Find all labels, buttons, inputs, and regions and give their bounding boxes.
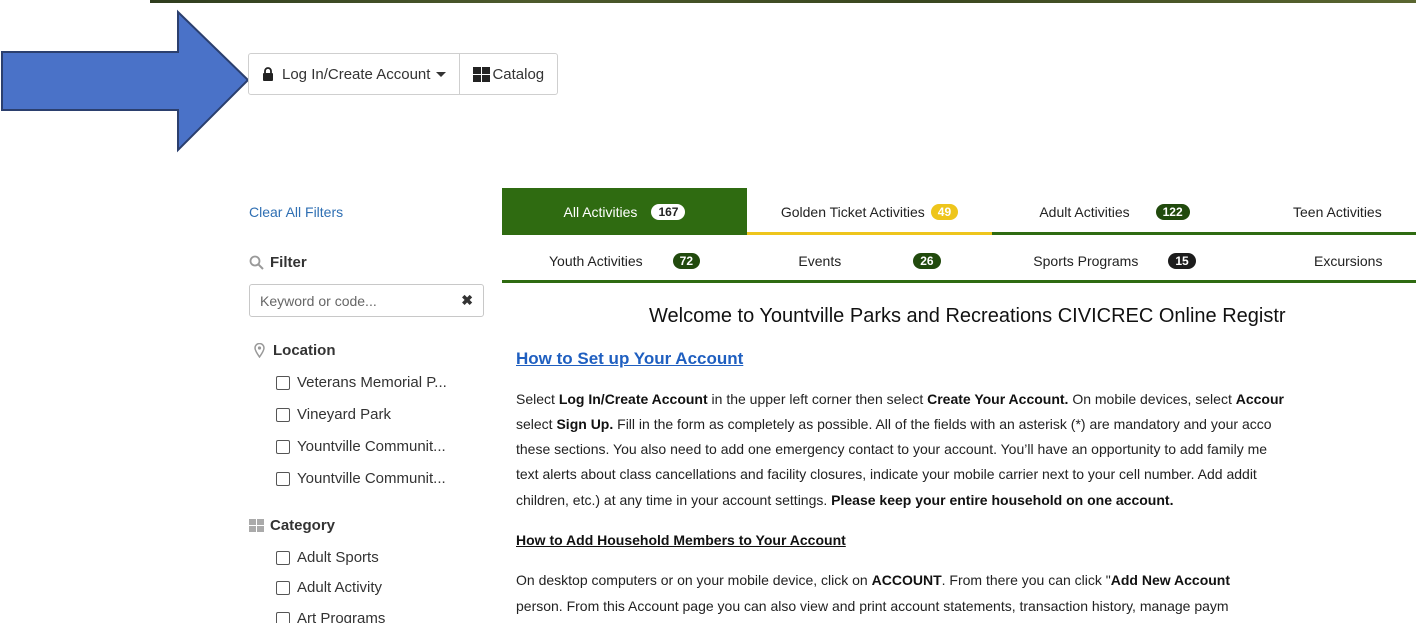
tab-teen-activities[interactable]: Teen Activities bbox=[1237, 188, 1416, 235]
checkbox[interactable] bbox=[276, 580, 290, 595]
tab-underline bbox=[992, 232, 1237, 235]
category-option[interactable]: Adult Sports bbox=[276, 549, 379, 566]
category-option[interactable]: Adult Activity bbox=[276, 579, 382, 596]
tab-label: All Activities bbox=[563, 203, 638, 220]
tab-underline bbox=[747, 232, 992, 235]
clear-search-icon[interactable]: ✖ bbox=[461, 292, 473, 309]
location-option-label: Veterans Memorial P... bbox=[297, 374, 447, 391]
tab-excursions[interactable]: Excursions bbox=[1237, 238, 1416, 283]
category-label: Category bbox=[270, 517, 336, 534]
checkbox[interactable] bbox=[276, 407, 290, 422]
tab-all-activities[interactable]: All Activities 167 bbox=[502, 188, 747, 235]
paragraph-line: these sections. You also need to add one… bbox=[516, 441, 1268, 457]
paragraph-line: person. From this Account page you can a… bbox=[516, 598, 1229, 614]
header-banner-strip bbox=[150, 0, 1416, 3]
tab-underline bbox=[502, 280, 747, 283]
clear-all-filters-link[interactable]: Clear All Filters bbox=[249, 204, 343, 220]
tab-underline bbox=[747, 280, 992, 283]
tab-events[interactable]: Events 26 bbox=[747, 238, 992, 283]
count-badge: 15 bbox=[1168, 252, 1196, 269]
location-option[interactable]: Vineyard Park bbox=[276, 406, 391, 423]
keyword-search-field: ✖ bbox=[249, 284, 484, 317]
grid-icon bbox=[249, 519, 264, 532]
caret-down-icon bbox=[436, 71, 447, 77]
page-title: Welcome to Yountville Parks and Recreati… bbox=[649, 305, 1286, 327]
location-label: Location bbox=[273, 342, 336, 359]
tab-label: Excursions bbox=[1314, 252, 1383, 269]
login-label: Log In/Create Account bbox=[282, 65, 431, 83]
location-option-label: Vineyard Park bbox=[297, 406, 391, 423]
location-option[interactable]: Yountville Communit... bbox=[276, 470, 446, 487]
count-badge: 167 bbox=[651, 203, 686, 220]
location-option-label: Yountville Communit... bbox=[297, 438, 446, 455]
search-icon bbox=[249, 255, 264, 270]
tab-underline bbox=[1237, 232, 1416, 235]
tab-label: Sports Programs bbox=[1033, 252, 1139, 269]
location-option-label: Yountville Communit... bbox=[297, 470, 446, 487]
tab-label: Teen Activities bbox=[1293, 203, 1382, 220]
map-marker-icon bbox=[254, 343, 265, 358]
count-badge: 72 bbox=[672, 252, 700, 269]
category-option[interactable]: Art Programs bbox=[276, 610, 385, 623]
category-option-label: Adult Activity bbox=[297, 579, 383, 596]
catalog-button[interactable]: Catalog bbox=[459, 54, 557, 94]
location-heading: Location bbox=[254, 342, 336, 359]
checkbox[interactable] bbox=[276, 439, 290, 454]
filter-heading: Filter bbox=[249, 254, 307, 271]
count-badge: 122 bbox=[1155, 203, 1190, 220]
keyword-search-input[interactable] bbox=[260, 292, 462, 309]
category-heading: Category bbox=[249, 517, 335, 534]
grid-icon bbox=[473, 66, 491, 82]
setup-account-link[interactable]: How to Set up Your Account bbox=[516, 349, 743, 369]
category-option-label: Adult Sports bbox=[297, 549, 379, 566]
paragraph-line: text alerts about class cancellations an… bbox=[516, 466, 1257, 482]
paragraph-line: children, etc.) at any time in your acco… bbox=[516, 492, 1174, 508]
paragraph-line: Select Log In/Create Account in the uppe… bbox=[516, 391, 1284, 407]
tab-label: Events bbox=[798, 252, 842, 269]
checkbox[interactable] bbox=[276, 611, 290, 623]
tab-label: Adult Activities bbox=[1039, 203, 1130, 220]
login-create-account-button[interactable]: Log In/Create Account bbox=[249, 54, 459, 94]
paragraph-line: On desktop computers or on your mobile d… bbox=[516, 572, 1231, 588]
tab-underline bbox=[992, 280, 1237, 283]
checkbox[interactable] bbox=[276, 375, 290, 390]
tab-sports-programs[interactable]: Sports Programs 15 bbox=[992, 238, 1237, 283]
filter-label: Filter bbox=[270, 254, 307, 271]
checkbox[interactable] bbox=[276, 471, 290, 486]
tab-golden-ticket-activities[interactable]: Golden Ticket Activities 49 bbox=[747, 188, 992, 235]
count-badge: 49 bbox=[930, 203, 959, 220]
count-badge: 26 bbox=[913, 252, 941, 269]
tab-youth-activities[interactable]: Youth Activities 72 bbox=[502, 238, 747, 283]
category-option-label: Art Programs bbox=[297, 610, 386, 623]
paragraph-line: select Sign Up. Fill in the form as comp… bbox=[516, 416, 1272, 432]
top-nav-bar: Log In/Create Account Catalog bbox=[248, 53, 559, 95]
tab-underline bbox=[1237, 280, 1416, 283]
location-option[interactable]: Veterans Memorial P... bbox=[276, 374, 447, 391]
tab-label: Youth Activities bbox=[548, 252, 643, 269]
tab-adult-activities[interactable]: Adult Activities 122 bbox=[992, 188, 1237, 235]
pointer-arrow-annotation bbox=[1, 9, 250, 153]
household-heading: How to Add Household Members to Your Acc… bbox=[516, 532, 846, 548]
checkbox[interactable] bbox=[276, 550, 290, 565]
catalog-label: Catalog bbox=[492, 65, 545, 83]
location-option[interactable]: Yountville Communit... bbox=[276, 438, 446, 455]
tab-label: Golden Ticket Activities bbox=[780, 203, 925, 220]
lock-icon bbox=[263, 67, 273, 81]
